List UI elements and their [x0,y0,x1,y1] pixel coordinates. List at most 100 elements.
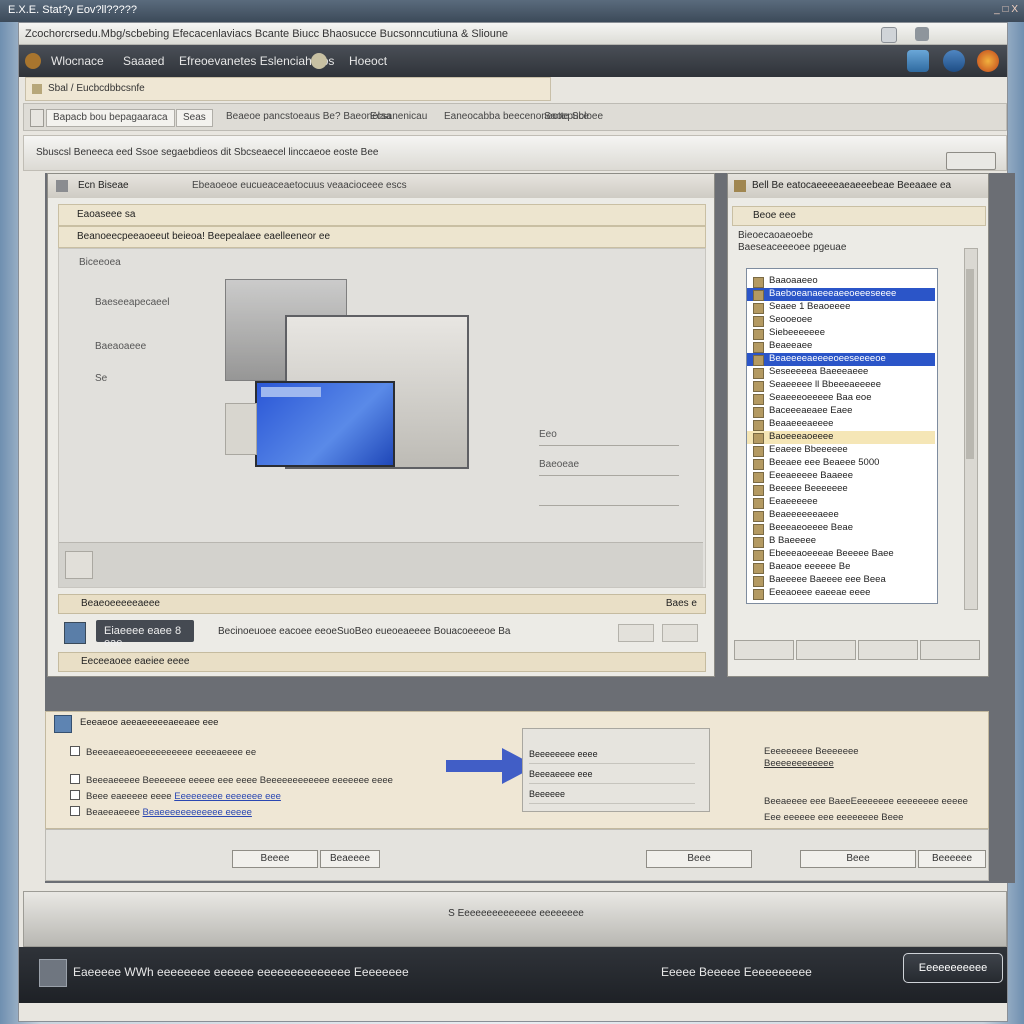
shield-icon[interactable] [977,50,999,72]
file-list-item[interactable]: Baoeeeaoeeee [747,431,935,444]
windows-graphic [225,279,475,489]
file-list-item[interactable]: Baeaoe eeeeee Be [747,561,935,574]
file-list-item[interactable]: Seaee 1 Beaoeeee [747,301,935,314]
file-list-item[interactable]: Eeeaeeeee Baaeee [747,470,935,483]
file-list-item[interactable]: Baceeeaeaee Eaee [747,405,935,418]
dialog-option-3[interactable]: Beee eaeeeee eeee Eeeeeeeee eeeeeee eee [70,790,281,802]
preview-title: Biceeoea [79,257,121,268]
right-button-1[interactable] [734,640,794,660]
left-section-1-right: Baes e [665,598,697,609]
file-list-item-label: Baeeeee Baeeee eee Beea [769,574,886,585]
dialog-option-4-link[interactable]: Beaeeeeeeeeeeee eeeee [143,807,252,818]
toolbar-item-1[interactable]: Wlocnace [51,54,104,68]
file-list-item-label: Baaoaaeeo [769,275,818,286]
mini-row-1[interactable]: Beeeeeeee eeee [529,749,695,764]
lock-icon[interactable] [915,27,929,41]
dialog-right-link[interactable]: Beeeeeeeeeeee [764,758,834,769]
field-3[interactable] [539,489,679,506]
address-bar[interactable]: Sbal / Eucbcdbbcsnfe [25,77,551,101]
globe-icon[interactable] [311,53,327,69]
button-4[interactable]: Beee [800,850,916,868]
file-list-item[interactable]: Beaeeaee [747,340,935,353]
file-list-item[interactable]: Seooeoee [747,314,935,327]
file-list-item[interactable]: Beaeeeeaeeeeoeeseeeeoe [747,353,935,366]
dialog-option-1-label: Beeeaeeaeoeeeeeeeeee eeeeaeeee ee [86,747,257,758]
action-mini-1[interactable] [618,624,654,642]
file-list-item[interactable]: Beeeaeoeeee Beae [747,522,935,535]
right-button-3[interactable] [858,640,918,660]
tab-1[interactable]: Bapacb bou bepagaaraca [46,109,175,127]
right-strip[interactable]: Beoe eee [732,206,986,226]
file-list-item[interactable]: Eeaeee Bbeeeeee [747,444,935,457]
toolbar-item-4[interactable]: Hoeoct [349,54,387,68]
dialog-option-2[interactable]: Beeeaeeeee Beeeeeee eeeee eee eeee Beeee… [70,774,393,786]
file-list-item[interactable]: Baeboeanaeeeaeeoeeeseeee [747,288,935,301]
dialog-option-1[interactable]: Beeeaeeaeoeeeeeeeeee eeeeaeeee ee [70,746,256,758]
left-strip-1[interactable]: Eaoaseee sa [58,204,706,226]
breadcrumb-button[interactable] [946,152,996,170]
action-button[interactable]: Eiaeeee eaee 8 eae [96,620,194,649]
refresh-icon[interactable] [881,27,897,43]
action-icon[interactable] [64,622,86,644]
mini-row-3[interactable]: Beeeeee [529,789,695,804]
mini-row-2[interactable]: Beeeaeeee eee [529,769,695,784]
breadcrumb-text: Sbuscsl Beneeca eed Ssoe segaebdieos dit… [36,147,379,158]
network-icon[interactable] [907,50,929,72]
tab-4[interactable]: Ecsanenicau [364,109,433,127]
status-action-button[interactable]: Eeeeeeeeeee [903,953,1003,983]
file-list-item[interactable]: Beaaeeeaeeee [747,418,935,431]
back-icon[interactable] [30,109,44,127]
file-list-item[interactable]: Beaeeeeeeaeee [747,509,935,522]
dialog-option-3-label: Beee eaeeeee eeee [86,791,172,802]
left-panel-title: Ecn Biseae [78,180,129,191]
graphic-window-small [225,403,257,455]
mini-list: Beeeeeeee eeee Beeeaeeee eee Beeeeee [522,728,710,812]
file-list-item[interactable]: Ebeeeaoeeeae Beeeee Baee [747,548,935,561]
action-text: Becinoeuoee eacoee eeoeSuoBeo eueoeaeeee… [218,626,511,637]
preview-footer-box[interactable] [65,551,93,579]
window-controls[interactable]: _ □ X [994,4,1018,15]
preview-area: Biceeoea Baeseeapecaeel Baeaoaeee Se Eeo… [58,248,706,588]
button-1[interactable]: Beeee [232,850,318,868]
file-list-item[interactable]: Eeaeeeeee [747,496,935,509]
scrollbar[interactable] [964,248,978,610]
file-list-item[interactable]: Siebeeeeeee [747,327,935,340]
right-button-2[interactable] [796,640,856,660]
left-strip-2[interactable]: Beanoeecpeeaoeeut beieoa! Beepealaee eae… [58,226,706,248]
left-section-1-label: Beaeoeeeeeaeee [81,598,160,609]
left-strip-2-label: Beanoeecpeeaoeeut beieoa! Beepealaee eae… [77,231,331,242]
user-icon[interactable] [943,50,965,72]
tab-2[interactable]: Seas [176,109,213,127]
file-list-item-label: Beaeeaee [769,340,813,351]
dialog-option-2-label: Beeeaeeeee Beeeeeee eeeee eee eeee Beeee… [86,775,393,786]
button-5[interactable]: Beeeeee [918,850,986,868]
dialog-option-3-link[interactable]: Eeeeeeeee eeeeeee eee [174,791,281,802]
button-2[interactable]: Beaeeee [320,850,380,868]
window-header: Zcochorcrsedu.Mbg/scbebing Efecacenlavia… [19,23,1007,45]
file-list-item-label: Baceeeaeaee Eaee [769,405,853,416]
tab-6[interactable]: Saoepuce [538,109,595,127]
file-list-item[interactable]: Seaeeeoeeeee Baa eoe [747,392,935,405]
home-icon[interactable] [25,53,41,69]
file-list-item-label: Seaeeeoeeeee Baa eoe [769,392,872,403]
file-list-item[interactable]: Baaoaaeeo [747,275,935,288]
file-list-item[interactable]: Eeeaoeee eaeeae eeee [747,587,935,600]
file-list-item[interactable]: Seseeeeea Baeeeaeee [747,366,935,379]
dialog-option-4[interactable]: Beaeeaeeee Beaeeeeeeeeeeee eeeee [70,806,252,818]
app-title: E.X.E. Stat?y Eov?ll????? [8,4,138,16]
file-list-item[interactable]: Seaeeeee ll Bbeeeaeeeee [747,379,935,392]
dialog-title: Eeeaeoe aeeaeeeeeaeeaee eee [80,717,219,728]
button-3[interactable]: Beee [646,850,752,868]
file-list-item[interactable]: B Baeeeee [747,535,935,548]
action-mini-2[interactable] [662,624,698,642]
button-bar: Beeee Beaeeee Beee Beee Beeeeee [45,829,989,881]
file-list-item[interactable]: Beeeee Beeeeeee [747,483,935,496]
scroll-thumb[interactable] [966,269,974,459]
right-button-4[interactable] [920,640,980,660]
field-1[interactable]: Eeo [539,429,679,446]
file-list-item[interactable]: Baeeeee Baeeee eee Beea [747,574,935,587]
file-list-item[interactable]: Beeaee eee Beaeee 5000 [747,457,935,470]
field-2[interactable]: Baeoeae [539,459,679,476]
toolbar-item-2[interactable]: Saaaed [123,54,164,68]
dialog-icon [54,715,72,733]
